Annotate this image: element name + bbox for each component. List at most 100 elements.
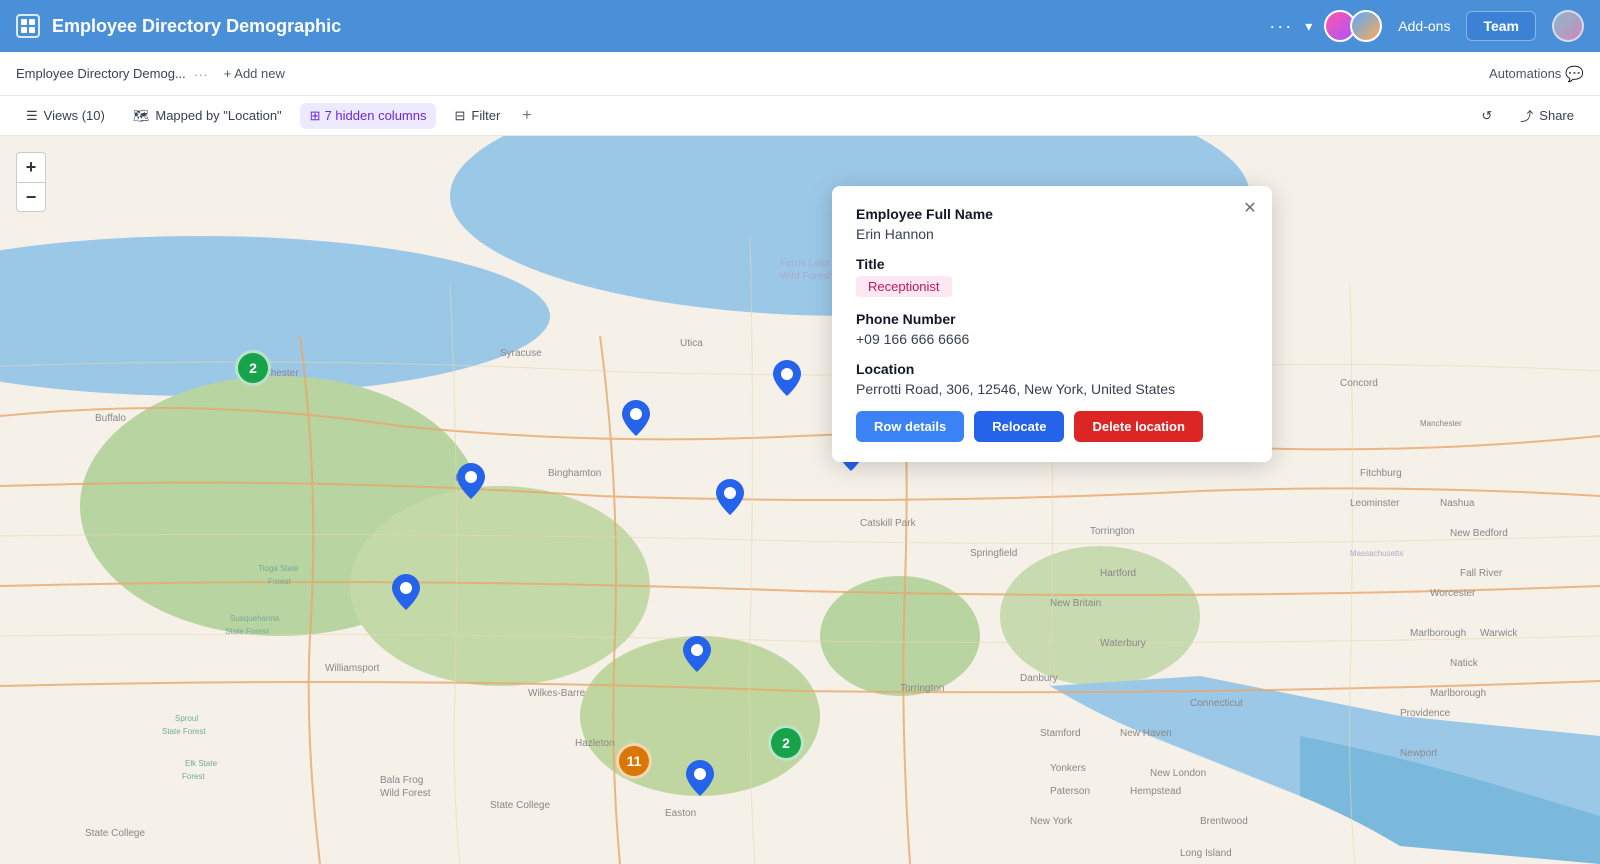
- svg-text:Leominster: Leominster: [1350, 498, 1400, 509]
- phone-value: +09 166 666 6666: [856, 331, 1248, 347]
- svg-text:Elk State: Elk State: [185, 759, 218, 768]
- delete-location-button[interactable]: Delete location: [1074, 411, 1202, 442]
- svg-text:Worcester: Worcester: [1430, 588, 1476, 599]
- map-icon: 🗺: [133, 108, 150, 124]
- phone-label: Phone Number: [856, 311, 1248, 327]
- cluster-count: 2: [249, 360, 257, 376]
- svg-text:Wilkes-Barre: Wilkes-Barre: [528, 688, 586, 699]
- map-pin[interactable]: [686, 760, 714, 801]
- row-details-button[interactable]: Row details: [856, 411, 964, 442]
- avatar: [1350, 10, 1382, 42]
- map-pin[interactable]: [773, 360, 801, 401]
- svg-text:Hempstead: Hempstead: [1130, 786, 1181, 797]
- map-pin[interactable]: [457, 463, 485, 504]
- main-header: Employee Directory Demographic ··· ▾ Add…: [0, 0, 1600, 52]
- svg-text:Fall River: Fall River: [1460, 568, 1503, 579]
- map-pin[interactable]: [392, 574, 420, 615]
- title-tag: Receptionist: [856, 276, 952, 297]
- add-new-button[interactable]: + Add new: [216, 62, 293, 85]
- employee-name-label: Employee Full Name: [856, 206, 1248, 222]
- svg-text:New Bedford: New Bedford: [1450, 528, 1508, 539]
- title-label: Title: [856, 256, 1248, 272]
- location-value: Perrotti Road, 306, 12546, New York, Uni…: [856, 381, 1248, 397]
- svg-text:Concord: Concord: [1340, 378, 1378, 389]
- filter-icon: ⊟: [454, 108, 465, 124]
- svg-text:New Haven: New Haven: [1120, 728, 1172, 739]
- svg-text:Forest: Forest: [182, 772, 205, 781]
- svg-text:Newport: Newport: [1400, 748, 1437, 759]
- svg-text:Utica: Utica: [680, 338, 703, 349]
- map-container[interactable]: Buffalo Rochester Syracuse Utica Ithaca …: [0, 136, 1600, 864]
- map-pin[interactable]: [622, 400, 650, 441]
- share-icon: ⤴: [1520, 106, 1533, 125]
- current-tab-label[interactable]: Employee Directory Demog...: [16, 66, 186, 81]
- mapped-label: Mapped by "Location": [155, 108, 281, 123]
- cluster-pin[interactable]: 11: [616, 743, 652, 779]
- employee-popup: ✕ Employee Full Name Erin Hannon Title R…: [832, 186, 1272, 462]
- popup-close-button[interactable]: ✕: [1240, 198, 1260, 218]
- hidden-columns-label: 7 hidden columns: [325, 108, 427, 123]
- views-button[interactable]: ☰ Views (10): [16, 103, 115, 129]
- zoom-in-button[interactable]: +: [16, 152, 46, 182]
- svg-text:Forest: Forest: [268, 577, 291, 586]
- svg-text:Binghamton: Binghamton: [548, 468, 601, 479]
- chevron-down-icon[interactable]: ▾: [1305, 18, 1312, 35]
- add-ons-button[interactable]: Add-ons: [1398, 18, 1450, 34]
- refresh-icon: ↺: [1481, 108, 1492, 124]
- columns-icon: ⊞: [310, 108, 321, 124]
- location-label: Location: [856, 361, 1248, 377]
- zoom-out-button[interactable]: −: [16, 182, 46, 212]
- map-controls: + −: [16, 152, 46, 212]
- svg-text:Catskill Park: Catskill Park: [860, 518, 917, 529]
- automations-button[interactable]: Automations 💬: [1489, 65, 1584, 83]
- svg-text:Torrington: Torrington: [1090, 526, 1134, 537]
- header-right: Add-ons Team: [1324, 10, 1584, 42]
- popup-actions: Row details Relocate Delete location: [856, 411, 1248, 442]
- menu-icon: ☰: [26, 108, 38, 124]
- svg-text:Bala Frog: Bala Frog: [380, 775, 423, 786]
- automations-label: Automations: [1489, 66, 1561, 81]
- share-button[interactable]: ⤴ Share: [1510, 101, 1584, 130]
- svg-text:Fitchburg: Fitchburg: [1360, 468, 1402, 479]
- svg-text:Marlborough: Marlborough: [1430, 688, 1486, 699]
- svg-text:Torrington: Torrington: [900, 683, 944, 694]
- refresh-button[interactable]: ↺: [1471, 103, 1502, 129]
- svg-text:Danbury: Danbury: [1020, 673, 1058, 684]
- svg-text:Springfield: Springfield: [970, 548, 1017, 559]
- svg-text:Waterbury: Waterbury: [1100, 638, 1146, 649]
- cluster-pin[interactable]: 2: [235, 350, 271, 386]
- filter-button[interactable]: ⊟ Filter: [444, 103, 510, 129]
- svg-text:Susquehanna: Susquehanna: [230, 614, 280, 623]
- svg-text:Ferris Lake: Ferris Lake: [780, 258, 830, 269]
- relocate-button[interactable]: Relocate: [974, 411, 1064, 442]
- svg-text:Williamsport: Williamsport: [325, 663, 380, 674]
- svg-text:State Forest: State Forest: [225, 627, 269, 636]
- cluster-pin[interactable]: 2: [768, 725, 804, 761]
- toolbar: ☰ Views (10) 🗺 Mapped by "Location" ⊞ 7 …: [0, 96, 1600, 136]
- svg-text:Massachusetts: Massachusetts: [1350, 549, 1403, 558]
- svg-text:New London: New London: [1150, 768, 1206, 779]
- more-options-icon[interactable]: ···: [1269, 16, 1293, 37]
- svg-text:Natick: Natick: [1450, 658, 1479, 669]
- employee-name-value: Erin Hannon: [856, 226, 1248, 242]
- map-pin[interactable]: [716, 479, 744, 520]
- svg-text:State College: State College: [490, 800, 550, 811]
- svg-text:Sproul: Sproul: [175, 714, 198, 723]
- svg-text:State Forest: State Forest: [162, 727, 206, 736]
- svg-text:Stamford: Stamford: [1040, 728, 1081, 739]
- svg-text:State College: State College: [85, 828, 145, 839]
- svg-text:Providence: Providence: [1400, 708, 1450, 719]
- add-filter-button[interactable]: +: [518, 103, 535, 129]
- svg-text:Hazleton: Hazleton: [575, 738, 614, 749]
- svg-text:Warwick: Warwick: [1480, 628, 1518, 639]
- svg-text:Connecticut: Connecticut: [1190, 698, 1243, 709]
- chat-icon: 💬: [1565, 65, 1584, 83]
- hidden-columns-button[interactable]: ⊞ 7 hidden columns: [300, 103, 437, 129]
- user-avatar[interactable]: [1552, 10, 1584, 42]
- grid-icon: [16, 14, 40, 38]
- mapped-by-button[interactable]: 🗺 Mapped by "Location": [123, 103, 292, 129]
- map-pin[interactable]: [683, 636, 711, 677]
- filter-label: Filter: [471, 108, 500, 123]
- team-button[interactable]: Team: [1466, 11, 1536, 41]
- tab-options-icon[interactable]: ···: [194, 66, 208, 82]
